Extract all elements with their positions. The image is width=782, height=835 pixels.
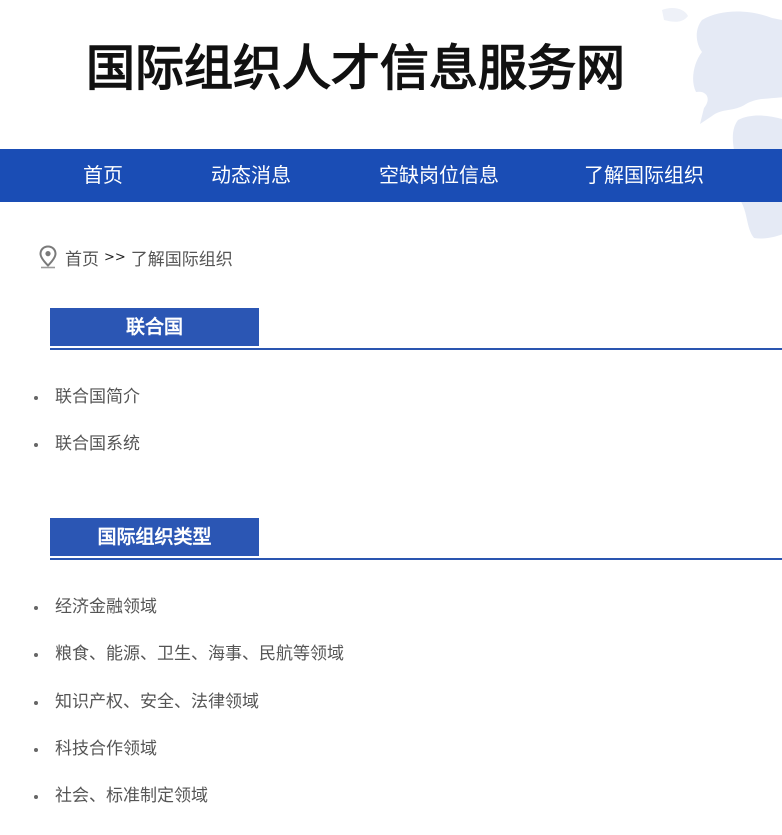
link-un-intro[interactable]: 联合国简介 (55, 387, 140, 407)
site-title: 国际组织人才信息服务网 (86, 40, 626, 97)
location-pin-icon (39, 245, 57, 269)
nav-item-about-io[interactable]: 了解国际组织 (584, 149, 704, 202)
list-item: 科技合作领域 (0, 737, 344, 784)
link-economy-finance[interactable]: 经济金融领域 (55, 597, 157, 617)
breadcrumb-separator: >> (104, 249, 126, 265)
nav-item-home[interactable]: 首页 (83, 149, 123, 202)
section-header-io-types: 国际组织类型 (50, 518, 782, 560)
breadcrumb-current: 了解国际组织 (130, 249, 233, 270)
list-item: 联合国简介 (0, 385, 140, 432)
link-ip-security-law[interactable]: 知识产权、安全、法律领域 (55, 692, 259, 712)
breadcrumb-home-link[interactable]: 首页 (65, 245, 99, 270)
list-item: 社会、标准制定领域 (0, 784, 344, 831)
page: 国际组织人才信息服务网 首页 动态消息 空缺岗位信息 了解国际组织 首页 >> … (0, 0, 782, 835)
main-nav: 首页 动态消息 空缺岗位信息 了解国际组织 (0, 149, 782, 202)
link-food-energy-health[interactable]: 粮食、能源、卫生、海事、民航等领域 (55, 644, 344, 664)
nav-item-news[interactable]: 动态消息 (211, 149, 291, 202)
link-sci-tech[interactable]: 科技合作领域 (55, 739, 157, 759)
list-item: 粮食、能源、卫生、海事、民航等领域 (0, 642, 344, 689)
list-item: 联合国系统 (0, 432, 140, 479)
io-types-link-list: 经济金融领域 粮食、能源、卫生、海事、民航等领域 知识产权、安全、法律领域 科技… (0, 595, 344, 831)
un-link-list: 联合国简介 联合国系统 (0, 385, 140, 480)
link-social-standards[interactable]: 社会、标准制定领域 (55, 786, 208, 806)
section-title-un: 联合国 (50, 308, 259, 346)
section-title-io-types: 国际组织类型 (50, 518, 259, 556)
section-header-un: 联合国 (50, 308, 782, 350)
list-item: 知识产权、安全、法律领域 (0, 690, 344, 737)
site-header: 国际组织人才信息服务网 (0, 0, 782, 149)
list-item: 经济金融领域 (0, 595, 344, 642)
nav-item-vacancies[interactable]: 空缺岗位信息 (379, 149, 499, 202)
link-un-system[interactable]: 联合国系统 (55, 434, 140, 454)
breadcrumb: 首页 >> 了解国际组织 (38, 244, 233, 270)
